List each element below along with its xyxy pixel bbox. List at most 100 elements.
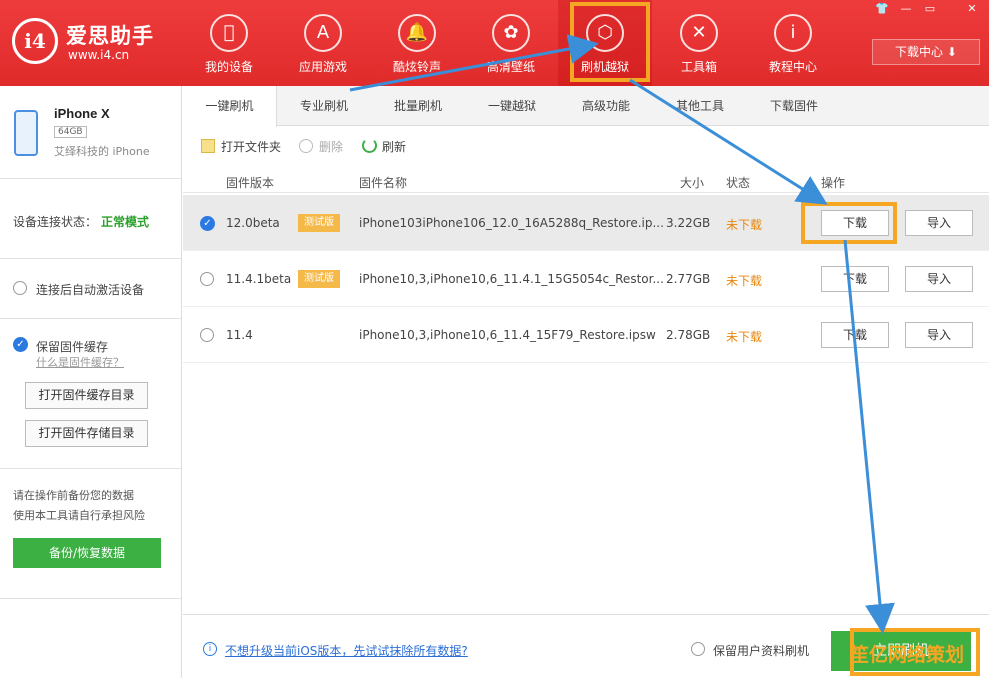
keep-cache-label: 保留固件缓存	[36, 340, 109, 354]
auto-activate-radio[interactable]	[13, 281, 27, 295]
device-capacity: 64GB	[54, 126, 87, 138]
logo-mark: i4	[12, 18, 58, 64]
nav-label: 教程中心	[768, 60, 817, 74]
download-center-button[interactable]: 下载中心 ⬇	[872, 39, 980, 65]
divider	[0, 258, 181, 259]
keep-user-data-radio[interactable]	[691, 642, 705, 656]
nav-apps-games[interactable]: A 应用游戏	[276, 0, 370, 86]
divider	[0, 318, 181, 319]
device-name: iPhone X	[54, 106, 110, 121]
nav-wallpapers[interactable]: ✿ 高清壁纸	[464, 0, 558, 86]
device-owner: 艾绎科技的 iPhone	[54, 145, 150, 158]
beta-tag: 测试版	[298, 270, 340, 288]
firmware-size: 2.77GB	[666, 272, 711, 286]
firmware-name: iPhone103iPhone106_12.0_16A5288q_Restore…	[359, 216, 664, 230]
info-icon: i	[203, 642, 217, 656]
apple-icon: 	[210, 14, 248, 52]
nav-label: 酷炫铃声	[392, 60, 441, 74]
appstore-icon: A	[304, 14, 342, 52]
row-select-radio[interactable]	[200, 328, 214, 342]
keep-user-data-label: 保留用户资料刷机	[713, 644, 810, 658]
download-button[interactable]: 下载	[821, 322, 889, 348]
delete-icon	[299, 139, 313, 153]
nav-label: 高清壁纸	[486, 60, 535, 74]
firmware-version: 11.4	[226, 328, 253, 342]
bell-icon: 🔔	[398, 14, 436, 52]
firmware-name: iPhone10,3,iPhone10,6_11.4.1_15G5054c_Re…	[359, 272, 664, 286]
tab-jailbreak[interactable]: 一键越狱	[465, 86, 559, 126]
firmware-size: 3.22GB	[666, 216, 711, 230]
row-select-radio[interactable]	[200, 272, 214, 286]
delete-button[interactable]: 删除	[319, 138, 343, 155]
connection-status: 正常模式	[101, 215, 150, 229]
flower-icon: ✿	[492, 14, 530, 52]
nav-label: 应用游戏	[298, 60, 347, 74]
col-action: 操作	[821, 176, 846, 190]
tools-icon: ✕	[680, 14, 718, 52]
erase-data-link[interactable]: 不想升级当前iOS版本，先试试抹除所有数据?	[225, 642, 468, 659]
import-button[interactable]: 导入	[905, 266, 973, 292]
download-button[interactable]: 下载	[821, 266, 889, 292]
open-cache-dir-button[interactable]: 打开固件缓存目录	[25, 382, 148, 409]
firmware-size: 2.78GB	[666, 328, 711, 342]
nav-highlight-box	[570, 2, 650, 82]
firmware-status: 未下载	[726, 274, 763, 288]
table-header: 固件版本 固件名称 大小 状态 操作	[183, 171, 989, 193]
tab-other-tools[interactable]: 其他工具	[653, 86, 747, 126]
top-header: i4 爱思助手 www.i4.cn  我的设备 A 应用游戏 🔔 酷炫铃声 ✿…	[0, 0, 989, 86]
nav-label: 工具箱	[680, 60, 717, 74]
connection-label: 设备连接状态：	[13, 215, 98, 229]
close-icon[interactable]: ✕	[962, 2, 982, 15]
backup-restore-button[interactable]: 备份/恢复数据	[13, 538, 161, 568]
firmware-version: 12.0beta	[226, 216, 280, 230]
nav-label: 我的设备	[204, 60, 253, 74]
import-button[interactable]: 导入	[905, 210, 973, 236]
main-panel: 一键刷机 专业刷机 批量刷机 一键越狱 高级功能 其他工具 下载固件 打开文件夹…	[183, 86, 989, 678]
table-row[interactable]: 11.4 iPhone10,3,iPhone10,6_11.4_15F79_Re…	[183, 307, 989, 363]
open-store-dir-button[interactable]: 打开固件存储目录	[25, 420, 148, 447]
refresh-icon	[362, 138, 377, 153]
col-version: 固件版本	[226, 176, 275, 190]
nav-ringtones[interactable]: 🔔 酷炫铃声	[370, 0, 464, 86]
refresh-button[interactable]: 刷新	[382, 138, 406, 155]
firmware-status: 未下载	[726, 330, 763, 344]
left-sidebar: iPhone X 64GB 艾绎科技的 iPhone 设备连接状态： 正常模式 …	[0, 86, 182, 678]
table-row[interactable]: 11.4.1beta 测试版 iPhone10,3,iPhone10,6_11.…	[183, 251, 989, 307]
tab-batch-flash[interactable]: 批量刷机	[371, 86, 465, 126]
tab-advanced[interactable]: 高级功能	[559, 86, 653, 126]
app-logo: i4 爱思助手 www.i4.cn	[12, 14, 162, 70]
nav-tutorials[interactable]: i 教程中心	[746, 0, 840, 86]
beta-tag: 测试版	[298, 214, 340, 232]
maximize-icon[interactable]: ▭	[920, 2, 940, 15]
folder-icon	[201, 139, 215, 153]
import-button[interactable]: 导入	[905, 322, 973, 348]
firmware-status: 未下载	[726, 218, 763, 232]
what-is-cache-link[interactable]: 什么是固件缓存？	[36, 354, 124, 370]
col-status: 状态	[726, 176, 751, 190]
warning-line-2: 使用本工具请自行承担风险	[13, 509, 145, 522]
row-select-radio[interactable]: ✓	[200, 216, 215, 231]
watermark-text: 笙亿网络策划	[850, 644, 965, 666]
auto-activate-label: 连接后自动激活设备	[36, 283, 145, 297]
keep-cache-checkbox[interactable]: ✓	[13, 337, 28, 352]
download-highlight-box	[801, 202, 897, 244]
app-name: 爱思助手	[66, 24, 154, 48]
col-name: 固件名称	[359, 176, 408, 190]
nav-toolbox[interactable]: ✕ 工具箱	[652, 0, 746, 86]
open-folder-button[interactable]: 打开文件夹	[221, 138, 281, 155]
minimize-icon[interactable]: —	[896, 2, 916, 15]
tab-download-firmware[interactable]: 下载固件	[747, 86, 841, 126]
skin-icon[interactable]: 👕	[872, 2, 892, 15]
divider	[0, 598, 181, 599]
firmware-name: iPhone10,3,iPhone10,6_11.4_15F79_Restore…	[359, 328, 656, 342]
divider	[0, 178, 181, 179]
app-url: www.i4.cn	[68, 48, 130, 62]
download-center-label: 下载中心	[895, 45, 944, 59]
tab-pro-flash[interactable]: 专业刷机	[277, 86, 371, 126]
nav-my-device[interactable]:  我的设备	[182, 0, 276, 86]
firmware-version: 11.4.1beta	[226, 272, 292, 286]
info-icon: i	[774, 14, 812, 52]
phone-icon	[14, 110, 38, 156]
tab-one-click-flash[interactable]: 一键刷机	[183, 86, 277, 127]
tab-bar: 一键刷机 专业刷机 批量刷机 一键越狱 高级功能 其他工具 下载固件	[183, 86, 989, 127]
